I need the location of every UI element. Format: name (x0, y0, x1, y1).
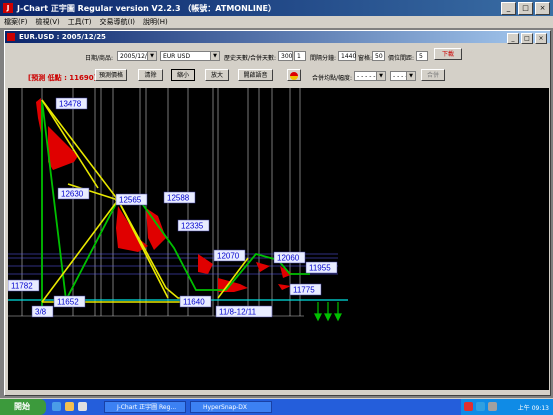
chevron-down-icon[interactable]: ▼ (376, 72, 385, 80)
chart-window-icon[interactable] (7, 33, 15, 41)
date-label-1: 11/8-12/11 (219, 308, 257, 317)
window-controls: _ □ × (501, 2, 550, 15)
taskbar-app-hypersnap[interactable]: HyperSnap-DX (190, 401, 272, 413)
height-field[interactable]: 50 (372, 51, 385, 61)
start-label: 開始 (14, 402, 30, 411)
price-chart[interactable]: 13478 12630 12565 12588 12335 12070 12060 11955… (8, 88, 549, 390)
menu-bar: 檔案(F) 檢視(V) 工具(T) 交易導航(I) 說明(H) (0, 16, 553, 28)
tray-antivirus-icon[interactable] (464, 402, 473, 411)
price-bits-label: 價位間距: (388, 55, 415, 62)
clear-button[interactable]: 清除 (138, 69, 163, 81)
price-label-13478: 13478 (59, 100, 82, 109)
chevron-down-icon[interactable]: ▼ (210, 52, 219, 60)
price-label-12335: 12335 (181, 222, 204, 231)
taskbar-app-jchart[interactable]: J-Chart 正宇圖 Reg... (104, 401, 186, 413)
start-button[interactable]: 開始 (0, 399, 46, 415)
child-minimize-icon[interactable]: _ (507, 33, 519, 44)
zoom-out-button[interactable]: 縮小 (171, 69, 195, 81)
date-select[interactable]: 2005/12/25 ▼ (117, 51, 157, 61)
menu-file[interactable]: 檔案(F) (0, 16, 32, 28)
maximize-icon[interactable]: □ (518, 2, 533, 15)
merge-range-select[interactable]: - - - - - ▼ (390, 71, 416, 81)
chevron-down-icon[interactable]: ▼ (406, 72, 415, 80)
price-label-12630: 12630 (61, 190, 84, 199)
menu-tools[interactable]: 工具(T) (64, 16, 96, 28)
system-tray: 上午 09:13 (461, 399, 553, 415)
clock: 上午 09:13 (517, 405, 549, 412)
days-label: 歷史天數/合併天數: (224, 55, 277, 62)
child-restore-icon[interactable]: □ (521, 33, 533, 44)
zoom-in-button[interactable]: 放大 (205, 69, 229, 81)
app-icon[interactable]: J (3, 3, 13, 13)
voice-toggle-button[interactable]: 開啟語音 (238, 69, 273, 81)
ie-icon[interactable] (52, 402, 61, 411)
chart-window-title-bar: EUR.USD : 2005/12/25 _ □ × (5, 31, 550, 44)
price-bits-field[interactable]: 5 (416, 51, 428, 61)
color-ball-icon (290, 72, 298, 80)
date-symbol-label: 日期/商品: (85, 55, 114, 62)
days-field[interactable]: 300 (278, 51, 293, 61)
combine-button[interactable]: 合併 (421, 69, 445, 81)
price-label-12588: 12588 (167, 194, 190, 203)
price-labels: 13478 12630 12565 12588 12335 12070 12060 11955… (8, 97, 338, 318)
price-label-12565: 12565 (119, 196, 142, 205)
price-label-11652: 11652 (57, 298, 79, 307)
menu-help[interactable]: 說明(H) (139, 16, 172, 28)
app-title: J-Chart 正宇圖 Regular version V2.2.3 （帳號：A… (17, 4, 277, 13)
price-label-11955: 11955 (309, 264, 331, 273)
app-title-bar: J J-Chart 正宇圖 Regular version V2.2.3 （帳號… (0, 0, 553, 16)
price-label-11782: 11782 (11, 282, 33, 291)
minimize-icon[interactable]: _ (501, 2, 516, 15)
price-label-11775: 11775 (293, 286, 315, 295)
chart-window-controls: _ □ × (507, 33, 547, 44)
interval-field[interactable]: 1440 (338, 51, 356, 61)
menu-trade-nav[interactable]: 交易導航(I) (96, 16, 140, 28)
chevron-down-icon[interactable]: ▼ (147, 52, 156, 60)
close-icon[interactable]: × (535, 2, 550, 15)
merge-avg-value: - - - - - (357, 73, 376, 80)
merge-avg-label: 合併均點/幅度: (312, 75, 353, 82)
price-label-12070: 12070 (217, 252, 240, 261)
height-label: 窗格: (358, 55, 373, 62)
symbol-select[interactable]: EUR USD ▼ (160, 51, 220, 61)
taskbar: 開始 J-Chart 正宇圖 Reg... HyperSnap-DX 上午 09… (0, 399, 553, 415)
color-toggle-button[interactable] (287, 69, 301, 81)
folder-icon[interactable] (65, 402, 74, 411)
tray-volume-icon[interactable] (488, 402, 497, 411)
merge-days-field[interactable]: 1 (294, 51, 306, 61)
download-button[interactable]: 下載 (434, 48, 462, 60)
down-arrows (314, 302, 342, 322)
child-close-icon[interactable]: × (535, 33, 547, 44)
price-label-12060: 12060 (277, 254, 300, 263)
trend-lines-green (41, 99, 310, 308)
merge-avg-select[interactable]: - - - - - ▼ (354, 71, 386, 81)
chart-window-title: EUR.USD : 2005/12/25 (19, 33, 106, 41)
desktop-icon[interactable] (78, 402, 87, 411)
date-label-0: 3/8 (35, 308, 47, 317)
forecast-low-text: [預測 低點 : 11690] (28, 74, 97, 82)
interval-label: 間隔分鐘: (310, 55, 337, 62)
price-label-11640: 11640 (183, 298, 205, 307)
predict-price-button[interactable]: 預測價格 (95, 69, 127, 81)
symbol-value: EUR USD (163, 53, 191, 60)
tray-network-icon[interactable] (476, 402, 485, 411)
menu-view[interactable]: 檢視(V) (32, 16, 64, 28)
